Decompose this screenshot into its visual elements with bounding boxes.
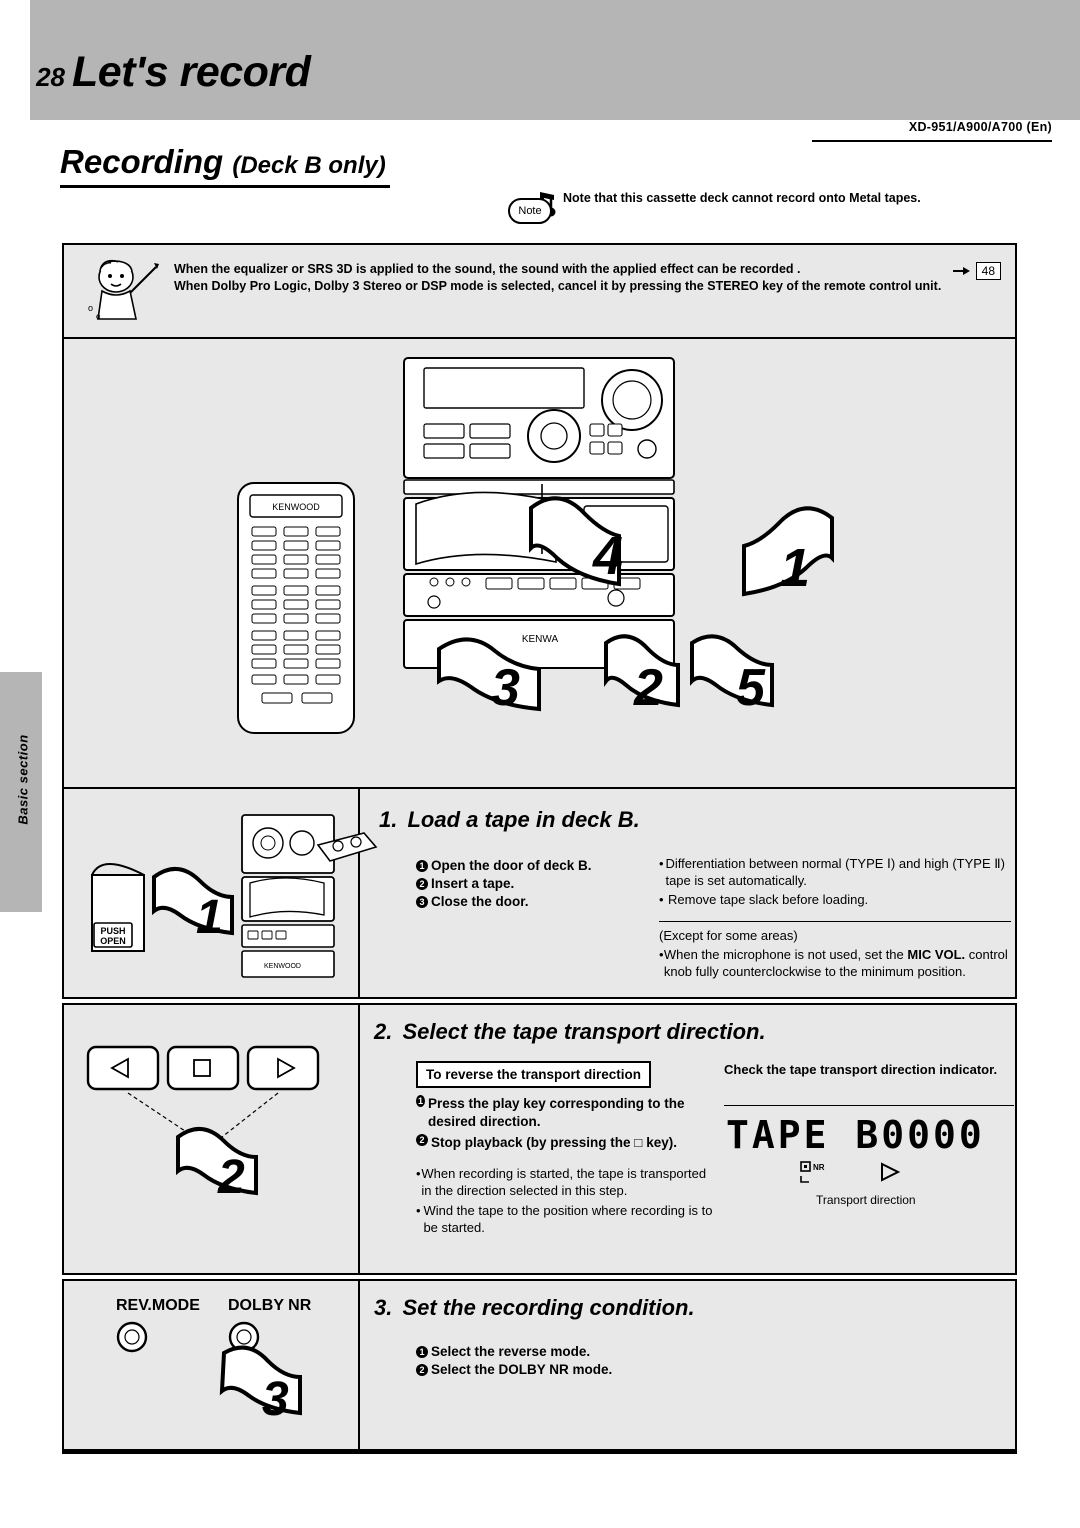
callout-arrow-3: 3 xyxy=(437,637,541,717)
svg-text:1: 1 xyxy=(780,538,810,598)
remote-control-illustration: KENWOOD xyxy=(237,482,355,734)
svg-text:4: 4 xyxy=(592,526,623,586)
step3-buttons-illustration: 3 xyxy=(116,1321,302,1426)
step-2-check-title: Check the tape transport direction indic… xyxy=(724,1062,998,1077)
step-1-actions: 1 Open the door of deck B. 2 Insert a tape… xyxy=(416,857,656,911)
caution-box: o o When the equalizer or SRS 3D is appl… xyxy=(62,243,1017,339)
step-2-number: 2. xyxy=(374,1019,393,1044)
transport-keys-illustration: 2 xyxy=(86,1045,320,1204)
lcd-text: TAPE B xyxy=(726,1113,882,1157)
page-title: Let's record xyxy=(72,48,311,96)
step-1-title-text: Load a tape in deck B. xyxy=(407,807,640,832)
step-1-number: 1. xyxy=(379,807,398,832)
heading-rule xyxy=(60,185,390,188)
svg-text:2: 2 xyxy=(633,659,663,717)
svg-text:NR: NR xyxy=(813,1163,825,1172)
model-underline xyxy=(812,140,1052,142)
step-3-actions: 1 Select the reverse mode. 2 Select the DO… xyxy=(416,1343,736,1379)
model-line: XD-951/A900/A700 (En) xyxy=(908,120,1052,134)
callout-arrow-2: 2 xyxy=(604,634,680,717)
caution-line-2: When Dolby Pro Logic, Dolby 3 Stereo or … xyxy=(174,279,942,293)
svg-text:KENWOOD: KENWOOD xyxy=(272,502,320,512)
svg-text:OPEN: OPEN xyxy=(100,936,126,946)
step-3-action-2: 2 Select the DOLBY NR mode. xyxy=(416,1361,736,1379)
teacher-illustration: o o xyxy=(82,253,162,333)
reverse-direction-label: To reverse the transport direction xyxy=(416,1061,652,1088)
step-3-row: REV.MODE DOLBY NR 3 3. Set the recording… xyxy=(62,1279,1017,1451)
step-3-action-1: 1 Select the reverse mode. xyxy=(416,1343,736,1361)
step-2-action-2: 2 Stop playback (by pressing the □ key). xyxy=(416,1134,706,1152)
header-white-margin xyxy=(0,0,30,120)
step-2-notes: • When recording is started, the tape is … xyxy=(416,1165,716,1236)
step-1-note-2: • Remove tape slack before loading. xyxy=(659,892,869,907)
step-2-title: 2. Select the tape transport direction. xyxy=(374,1019,766,1045)
callout-arrow-1: 1 xyxy=(742,506,834,598)
step-2-title-text: Select the tape transport direction. xyxy=(402,1019,766,1044)
dolby-nr-indicator-icon: NR xyxy=(800,1161,825,1183)
side-tab-label: Basic section xyxy=(15,734,31,825)
step-2-note-2: • Wind the tape to the position where rec… xyxy=(416,1203,713,1235)
note-text: Note that this cassette deck cannot reco… xyxy=(563,191,921,205)
step-2-row: 2 2. Select the tape transport direction… xyxy=(62,1003,1017,1275)
svg-text:o: o xyxy=(88,303,93,313)
step-2-actions: 1 Press the play key corresponding to the… xyxy=(416,1095,706,1152)
caution-text: When the equalizer or SRS 3D is applied … xyxy=(174,261,964,295)
callout-arrow-5: 5 xyxy=(690,634,774,717)
arrow-right-icon xyxy=(952,267,970,275)
step-1-note-1: • Differentiation between normal (TYPE Ⅰ)… xyxy=(659,856,1005,888)
step-2-action-1: 1 Press the play key corresponding to the… xyxy=(416,1095,685,1129)
svg-text:3: 3 xyxy=(491,659,520,717)
bottom-rule xyxy=(62,1451,1017,1454)
note-badge: Note xyxy=(508,190,560,228)
transport-direction-caption: Transport direction xyxy=(816,1193,916,1207)
step-1-action-2: 2 Insert a tape. xyxy=(416,875,656,893)
dolby-nr-button-label: DOLBY NR xyxy=(228,1297,312,1314)
step-3-title: 3. Set the recording condition. xyxy=(374,1295,695,1321)
page-number: 28 xyxy=(36,62,65,92)
side-tab: Basic section xyxy=(0,672,42,912)
section-heading-main: Recording xyxy=(60,143,224,180)
step1-divider xyxy=(358,789,360,997)
lcd-digits: 0000 xyxy=(881,1113,985,1157)
svg-text:5: 5 xyxy=(736,659,766,717)
svg-text:3: 3 xyxy=(262,1373,289,1426)
caution-line-1: When the equalizer or SRS 3D is applied … xyxy=(174,262,801,276)
step-3-number: 3. xyxy=(374,1295,393,1320)
step-1-action-3: 3 Close the door. xyxy=(416,893,656,911)
step-1-action-1: 1 Open the door of deck B. xyxy=(416,857,656,875)
step-2-check-rule xyxy=(724,1105,1014,1106)
step-1-except-line: (Except for some areas) xyxy=(659,928,798,943)
step-1-row: PUSH OPEN 1 KENWOOD 1. Load a tape in de… xyxy=(62,787,1017,999)
step3-divider xyxy=(358,1281,360,1449)
callout-arrow-4: 4 xyxy=(529,496,623,587)
section-heading: Recording (Deck B only) xyxy=(60,143,386,181)
step-3-title-text: Set the recording condition. xyxy=(402,1295,695,1320)
step-1-mic-note: • When the microphone is not used, set t… xyxy=(659,947,1008,979)
step2-divider xyxy=(358,1005,360,1273)
step-1-note-rule xyxy=(659,921,1011,922)
svg-text:PUSH: PUSH xyxy=(100,926,125,936)
note-badge-label: Note xyxy=(508,198,552,224)
step-2-note-1: • When recording is started, the tape is … xyxy=(416,1166,707,1198)
step-1-title: 1. Load a tape in deck B. xyxy=(379,807,640,833)
svg-text:1: 1 xyxy=(196,891,223,944)
rev-mode-button-label: REV.MODE xyxy=(116,1297,200,1314)
step-1-notes: • Differentiation between normal (TYPE Ⅰ)… xyxy=(659,855,1014,908)
page-reference-number: 48 xyxy=(975,262,1001,280)
svg-text:o: o xyxy=(96,312,101,321)
svg-text:KENWOOD: KENWOOD xyxy=(264,963,301,970)
section-heading-sub: (Deck B only) xyxy=(232,152,386,179)
transport-direction-arrow-icon xyxy=(881,1162,901,1182)
lcd-display: TAPE B0000 xyxy=(726,1113,985,1157)
svg-text:2: 2 xyxy=(217,1151,245,1204)
cassette-tape-icon xyxy=(316,832,378,862)
page-reference: 48 xyxy=(952,262,1001,280)
illustration-area: KENWOOD KENWA 4 1 3 2 5 xyxy=(62,339,1017,787)
step-1-except: (Except for some areas) • When the micro… xyxy=(659,927,1014,980)
